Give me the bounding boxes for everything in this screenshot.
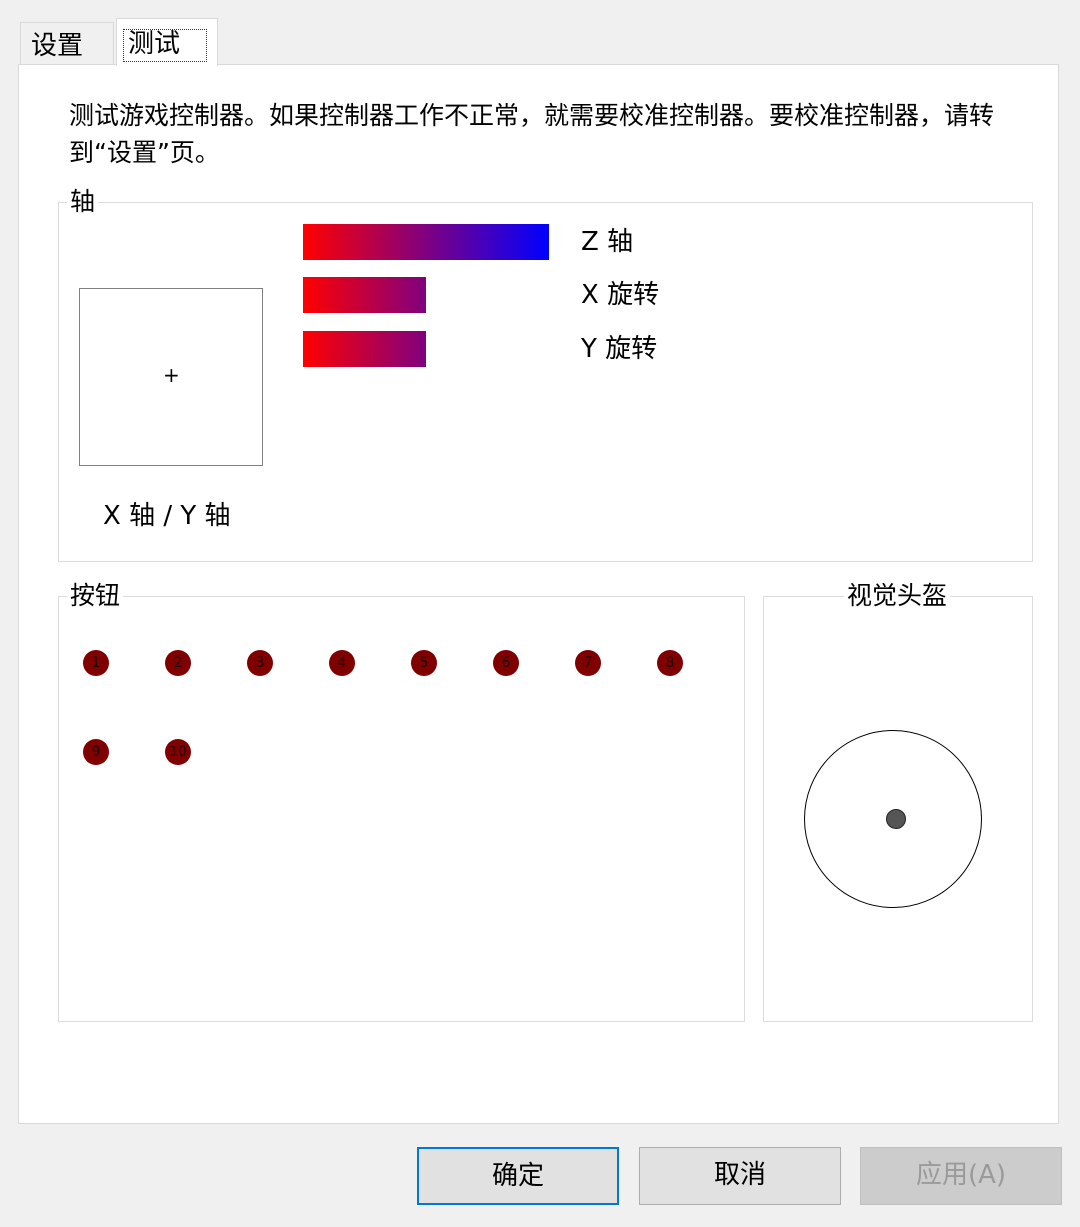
z-axis-bar [303, 224, 549, 260]
pov-center-dot [886, 809, 906, 829]
tab-settings-label: 设置 [31, 31, 84, 61]
x-rotation-label: X 旋转 [581, 280, 660, 310]
pov-group-title: 视觉头盔 [844, 581, 951, 611]
axes-group: 轴 + X 轴 / Y 轴 Z 轴 X 旋转 Y 旋转 [58, 187, 1033, 562]
joystick-button-3: 3 [247, 650, 273, 676]
joystick-button-4: 4 [329, 650, 355, 676]
joystick-button-10: 10 [165, 739, 191, 765]
x-rotation-bar [303, 277, 426, 313]
joystick-button-5: 5 [411, 650, 437, 676]
crosshair-icon: + [163, 363, 180, 387]
joystick-button-6: 6 [493, 650, 519, 676]
tab-test-label: 测试 [123, 29, 208, 62]
xy-axis-label: X 轴 / Y 轴 [103, 501, 231, 531]
description-text: 测试游戏控制器。如果控制器工作不正常，就需要校准控制器。要校准控制器，请转到“设… [69, 101, 995, 167]
test-tab-panel: 测试游戏控制器。如果控制器工作不正常，就需要校准控制器。要校准控制器，请转到“设… [18, 64, 1059, 1124]
pov-group: 视觉头盔 [763, 581, 1033, 1022]
joystick-button-1: 1 [83, 650, 109, 676]
tab-settings[interactable]: 设置 [20, 22, 114, 66]
z-axis-label: Z 轴 [581, 227, 634, 257]
joystick-button-7: 7 [575, 650, 601, 676]
y-rotation-bar [303, 331, 426, 367]
xy-axis-box: + [79, 288, 263, 466]
buttons-group: 按钮 1 2 3 4 5 6 7 8 9 10 [58, 581, 745, 1022]
apply-button[interactable]: 应用(A) [860, 1147, 1062, 1205]
cancel-button[interactable]: 取消 [639, 1147, 841, 1205]
buttons-group-title: 按钮 [67, 581, 124, 611]
y-rotation-label: Y 旋转 [581, 334, 658, 364]
tab-test[interactable]: 测试 [116, 18, 218, 66]
ok-button[interactable]: 确定 [417, 1147, 619, 1205]
joystick-button-2: 2 [165, 650, 191, 676]
joystick-button-9: 9 [83, 739, 109, 765]
axes-group-title: 轴 [67, 187, 99, 217]
joystick-button-8: 8 [657, 650, 683, 676]
